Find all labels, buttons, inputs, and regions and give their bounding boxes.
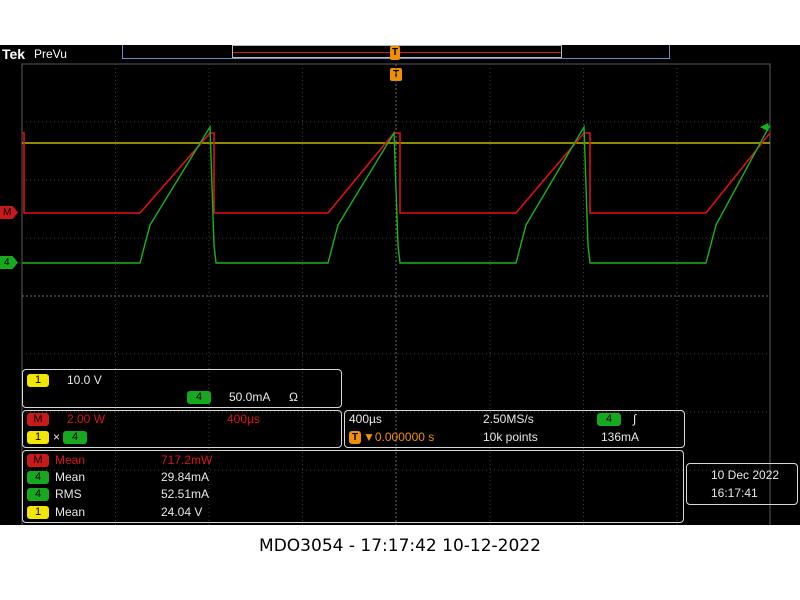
measurement-label: Mean xyxy=(55,453,86,467)
measurement-source-badge: M xyxy=(27,454,49,467)
math-expr-b-badge: 4 xyxy=(63,431,87,444)
horizontal-timebase: 400µs xyxy=(349,412,382,426)
ch4-scale: 50.0mA xyxy=(229,390,271,404)
measurement-source-badge: 1 xyxy=(27,506,49,519)
oscilloscope-screen: Tek PreVu T T M 4 ◀ 1 10.0 V 4 50.0mA Ω … xyxy=(0,45,800,525)
measurement-row: 4 RMS 52.51mA xyxy=(23,486,323,503)
measurement-value: 52.51mA xyxy=(161,487,210,501)
screenshot-caption: MDO3054 - 17:17:42 10-12-2022 xyxy=(259,536,541,556)
math-expr-operator: × xyxy=(53,430,61,444)
date-display: 10 Dec 2022 xyxy=(711,468,780,482)
horizontal-trigger-panel[interactable]: 400µs 2.50MS/s 4 ∫ T ▼0.000000 s 10k poi… xyxy=(344,410,685,448)
ch4-marker-label: 4 xyxy=(4,257,10,268)
measurement-label: Mean xyxy=(55,505,86,519)
math-expr-a-badge: 1 xyxy=(27,431,49,444)
math-scale: 2.00 W xyxy=(67,412,106,426)
ch1-badge[interactable]: 1 xyxy=(27,374,49,387)
math-panel[interactable]: M 2.00 W 400µs 1 × 4 xyxy=(22,410,342,448)
measurement-value: 717.2mW xyxy=(161,453,213,467)
trigger-position: ▼0.000000 s xyxy=(363,430,435,444)
measurement-label: Mean xyxy=(55,470,86,484)
measurement-label: RMS xyxy=(55,487,82,501)
trigger-position-icon: T xyxy=(349,431,361,444)
trigger-level: 136mA xyxy=(601,430,640,444)
datetime-panel[interactable]: 10 Dec 2022 16:17:41 xyxy=(686,463,798,505)
time-display: 16:17:41 xyxy=(711,486,758,500)
sample-rate: 2.50MS/s xyxy=(483,412,534,426)
math-timebase: 400µs xyxy=(227,412,260,426)
measurement-row: 1 Mean 24.04 V xyxy=(23,504,323,521)
measurement-value: 24.04 V xyxy=(161,505,203,519)
ch4-termination: Ω xyxy=(289,390,298,404)
ch4-badge[interactable]: 4 xyxy=(187,391,211,404)
measurement-row: M Mean 717.2mW xyxy=(23,452,323,469)
trigger-level-arrow-icon[interactable]: ◀ xyxy=(760,121,768,133)
record-length: 10k points xyxy=(483,430,538,444)
measurement-row: 4 Mean 29.84mA xyxy=(23,469,323,486)
trigger-source-badge[interactable]: 4 xyxy=(597,413,621,426)
vertical-scale-panel[interactable]: 1 10.0 V 4 50.0mA Ω xyxy=(22,369,342,408)
math-badge[interactable]: M xyxy=(27,413,49,426)
math-marker-label: M xyxy=(3,207,12,218)
ch1-scale: 10.0 V xyxy=(67,373,102,387)
measurement-source-badge: 4 xyxy=(27,488,49,501)
measurements-panel[interactable]: M Mean 717.2mW 4 Mean 29.84mA 4 RMS 52.5… xyxy=(22,450,684,523)
trigger-slope-icon: ∫ xyxy=(633,412,637,426)
measurement-source-badge: 4 xyxy=(27,471,49,484)
measurement-value: 29.84mA xyxy=(161,470,210,484)
